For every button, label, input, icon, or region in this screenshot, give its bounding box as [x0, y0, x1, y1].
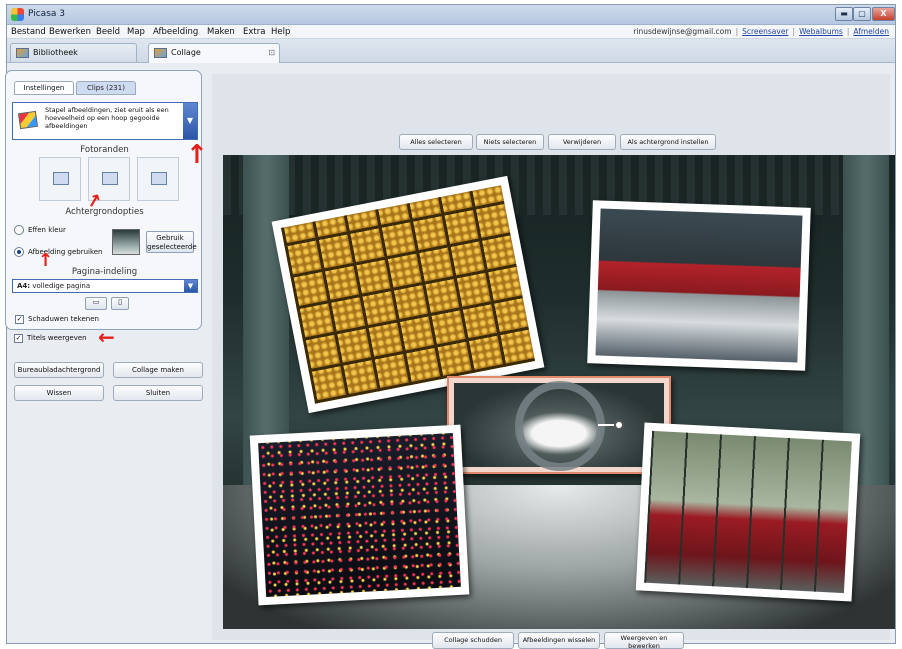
achtergrond-heading: Achtergrondopties [65, 207, 144, 217]
schaduwen-checkbox[interactable]: ✓ [15, 315, 24, 324]
menu-bar: Bestand Bewerken Beeld Map Afbeelding Ma… [7, 25, 895, 39]
collage-maken-button[interactable]: Collage maken [113, 362, 203, 378]
menu-map[interactable]: Map [127, 27, 145, 37]
menu-beeld[interactable]: Beeld [96, 27, 120, 37]
bureaubladachtergrond-button[interactable]: Bureaubladachtergrond [14, 362, 104, 378]
sluiten-button[interactable]: Sluiten [113, 385, 203, 401]
collage-schudden-button[interactable]: Collage schudden [432, 632, 514, 649]
photo-image [595, 208, 803, 363]
tab-label: Bibliotheek [33, 48, 78, 57]
afbeeldingen-wisselen-button[interactable]: Afbeeldingen wisselen [518, 632, 600, 649]
menu-help[interactable]: Help [271, 27, 290, 37]
picture-pile-icon [17, 110, 39, 130]
collage-icon [154, 48, 167, 58]
background-thumbnail [112, 229, 140, 255]
photo-frame-icon [151, 172, 167, 185]
collage-settings-panel: Instellingen Clips (231) Stapel afbeeldi… [5, 70, 202, 330]
photo-frame-icon [53, 172, 69, 185]
afmelden-link[interactable]: Afmelden [853, 27, 889, 36]
menu-extra[interactable]: Extra [243, 27, 265, 37]
account-email: rinusdewijnse@gmail.com [633, 27, 732, 36]
tab-label: Collage [171, 48, 201, 57]
page-layout-dropdown[interactable]: A4: volledige pagina ▼ [12, 279, 198, 293]
titels-checkbox[interactable]: ✓ [14, 334, 23, 343]
screensaver-link[interactable]: Screensaver [742, 27, 788, 36]
fotoranden-heading: Fotoranden [80, 145, 129, 155]
rotate-knob-icon[interactable] [614, 420, 624, 430]
weergeven-bewerken-button[interactable]: Weergeven en bewerken [604, 632, 684, 649]
picasa-logo-icon [11, 8, 24, 21]
rotate-ring-handle[interactable] [515, 381, 605, 471]
menu-maken[interactable]: Maken [207, 27, 235, 37]
tab-instellingen[interactable]: Instellingen [14, 81, 74, 95]
account-area: rinusdewijnse@gmail.com | Screensaver | Weba… [633, 27, 889, 36]
window-title: Picasa 3 [28, 9, 65, 19]
frame-style-button-1[interactable] [39, 157, 81, 201]
schaduwen-label: Schaduwen tekenen [28, 315, 99, 323]
collage-type-dropdown[interactable]: Stapel afbeeldingen, ziet eruit als een … [12, 102, 198, 140]
collage-type-description: Stapel afbeeldingen, ziet eruit als een … [45, 106, 169, 130]
wissen-button[interactable]: Wissen [14, 385, 104, 401]
radio-afbeelding-gebruiken[interactable] [14, 247, 24, 257]
verwijderen-button[interactable]: Verwijderen [548, 134, 616, 150]
collage-photo-red-tentacles[interactable] [587, 200, 811, 371]
tab-clips[interactable]: Clips (231) [76, 81, 136, 95]
photo-image [258, 433, 461, 597]
tab-bar: Bibliotheek Collage ⊡ [7, 39, 895, 63]
als-achtergrond-instellen-button[interactable]: Als achtergrond instellen [620, 134, 716, 150]
maximize-button[interactable]: ▢ [853, 7, 871, 21]
radio-effen-kleur[interactable] [14, 225, 24, 235]
minimize-button[interactable]: ▬ [835, 7, 853, 21]
title-bar: Picasa 3 ▬ ▢ X [7, 5, 895, 25]
menu-bestand[interactable]: Bestand [11, 27, 46, 37]
collage-photo-red-sculptures[interactable] [635, 422, 861, 602]
frame-style-button-3[interactable] [137, 157, 179, 201]
tab-close-icon[interactable]: ⊡ [268, 48, 275, 57]
chevron-down-icon[interactable]: ▼ [183, 103, 197, 139]
tab-collage[interactable]: Collage ⊡ [148, 43, 280, 63]
photo-image [280, 185, 536, 404]
landscape-orientation-button[interactable]: ▭ [85, 297, 107, 310]
niets-selecteren-button[interactable]: Niets selecteren [476, 134, 544, 150]
rotate-handle[interactable] [598, 420, 624, 430]
chevron-down-icon[interactable]: ▼ [184, 280, 197, 292]
titels-label: Titels weergeven [27, 334, 87, 342]
effen-kleur-label: Effen kleur [28, 226, 66, 234]
photo-image [644, 430, 852, 594]
red-annotation-arrow: ↑ [38, 250, 54, 271]
menu-bewerken[interactable]: Bewerken [49, 27, 91, 37]
alles-selecteren-button[interactable]: Alles selecteren [399, 134, 473, 150]
gebruik-geselecteerde-button[interactable]: Gebruik geselecteerde [146, 231, 197, 253]
red-annotation-arrow: ← [98, 325, 115, 349]
library-icon [16, 48, 29, 58]
portrait-orientation-button[interactable]: ▯ [111, 297, 129, 310]
tab-bibliotheek[interactable]: Bibliotheek [10, 43, 137, 62]
pagina-indeling-heading: Pagina-indeling [71, 267, 138, 277]
layout-value: volledige pagina [32, 282, 91, 290]
ceiling-texture [223, 155, 895, 215]
close-button[interactable]: X [872, 7, 895, 21]
layout-prefix: A4: [17, 282, 31, 290]
red-annotation-arrow: ↑ [186, 140, 208, 170]
webalbums-link[interactable]: Webalbums [799, 27, 843, 36]
photo-frame-icon [102, 172, 118, 185]
collage-photo-lights-room[interactable] [249, 424, 470, 606]
menu-afbeelding[interactable]: Afbeelding [153, 27, 198, 37]
